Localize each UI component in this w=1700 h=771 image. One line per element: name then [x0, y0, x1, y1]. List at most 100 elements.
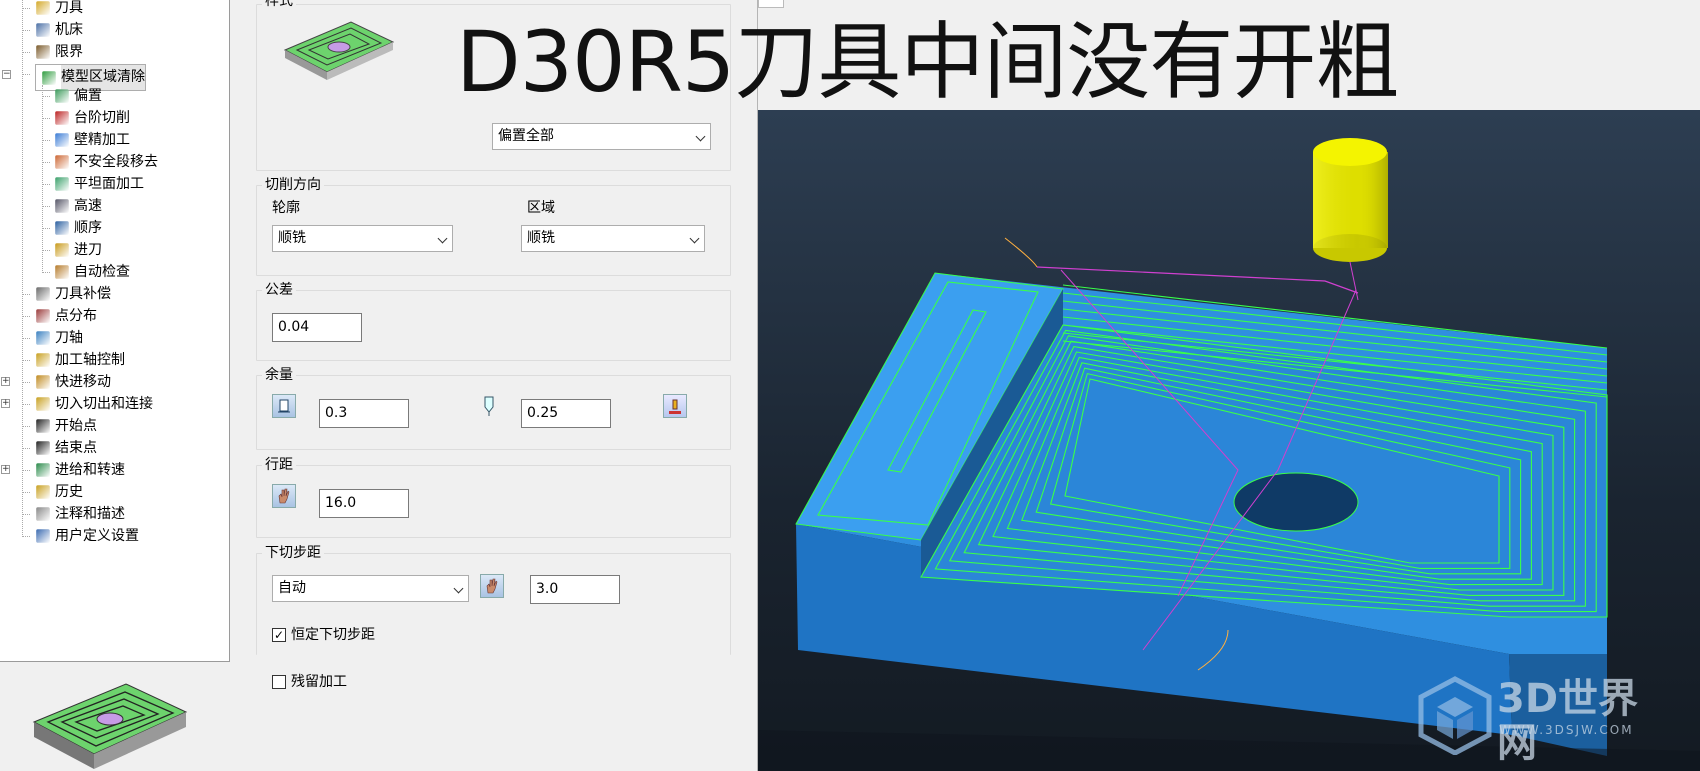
tree-connector	[42, 162, 50, 163]
tree-item-label: 高速	[74, 198, 102, 214]
tree-item-14[interactable]: 刀具补偿	[35, 284, 111, 304]
tree-item-label: 刀具	[55, 0, 83, 16]
tree-connector	[42, 96, 50, 97]
stepdown-hand-icon[interactable]	[480, 574, 504, 598]
lead-in-arc	[1004, 237, 1038, 268]
tree-expander-icon[interactable]: −	[2, 70, 11, 79]
toolpath-scene	[758, 138, 1700, 771]
tree-item-20[interactable]: 开始点	[35, 416, 97, 436]
tree-guide	[42, 85, 43, 273]
tree-item-3[interactable]: 限界	[35, 42, 83, 62]
tree-item-6[interactable]: 台阶切削	[54, 108, 130, 128]
offset-icon	[55, 89, 69, 103]
area-label: 区域	[527, 200, 555, 216]
tree-item-label: 刀轴	[55, 330, 83, 346]
tree-item-label: 切入切出和连接	[55, 396, 153, 412]
machine-icon	[36, 23, 50, 37]
tree-item-label: 开始点	[55, 418, 97, 434]
tree-item-5[interactable]: 偏置	[54, 86, 102, 106]
tree-item-label: 进给和转速	[55, 462, 125, 478]
radial-allowance-input[interactable]: 0.3	[319, 399, 409, 428]
tree-item-label: 自动检查	[74, 264, 130, 280]
tree-expander-icon[interactable]: +	[1, 399, 10, 408]
tree-item-15[interactable]: 点分布	[35, 306, 97, 326]
tree-item-13[interactable]: 自动检查	[54, 262, 130, 282]
tree-item-21[interactable]: 结束点	[35, 438, 97, 458]
tree-item-12[interactable]: 进刀	[54, 240, 102, 260]
area-direction-select[interactable]: 顺铣	[521, 225, 705, 252]
profile-direction-select[interactable]: 顺铣	[272, 225, 453, 252]
stepdown-mode-select[interactable]: 自动	[272, 575, 469, 602]
tree-item-label: 限界	[55, 44, 83, 60]
style-select[interactable]: 偏置全部	[492, 123, 711, 150]
tree-item-label: 刀具补偿	[55, 286, 111, 302]
tree-connector	[22, 514, 30, 515]
tree-connector	[22, 52, 30, 53]
3d-viewport[interactable]	[758, 110, 1700, 771]
tree-item-18[interactable]: 快进移动 +	[1, 372, 111, 392]
chevron-down-icon	[437, 233, 448, 244]
stepdown-mode-value: 自动	[278, 580, 306, 596]
user-settings-icon	[36, 529, 50, 543]
tree-connector	[22, 8, 30, 9]
tree-item-24[interactable]: 注释和描述	[35, 504, 125, 524]
tree-item-16[interactable]: 刀轴	[35, 328, 83, 348]
tree-connector	[42, 206, 50, 207]
tree-expander-icon[interactable]: +	[1, 465, 10, 474]
tree-connector	[42, 118, 50, 119]
checkbox-box[interactable]: ✓	[272, 628, 286, 642]
link-move	[1036, 266, 1359, 294]
tree-item-17[interactable]: 加工轴控制	[35, 350, 125, 370]
checkbox-box[interactable]	[272, 675, 286, 689]
tree-item-2[interactable]: 机床	[35, 20, 83, 40]
tree-item-label: 偏置	[74, 88, 102, 104]
tree-item-11[interactable]: 顺序	[54, 218, 102, 238]
limits-icon	[36, 45, 50, 59]
component-thickness-button-icon[interactable]	[663, 394, 687, 418]
constant-stepdown-checkbox[interactable]: ✓ 恒定下切步距	[272, 626, 375, 644]
flat-machining-icon	[55, 177, 69, 191]
axis-control-icon	[36, 353, 50, 367]
axial-allowance-icon	[484, 396, 494, 416]
tool-icon	[36, 1, 50, 15]
tree-connector	[22, 316, 30, 317]
tree-expander-icon[interactable]: +	[1, 377, 10, 386]
tree-connector	[42, 140, 50, 141]
tree-connector	[22, 492, 30, 493]
strategy-dialog: 样式 偏置全部 切削方向 轮廓 区域 顺铣 顺铣 公差 0.04 余量 0.3 …	[231, 0, 758, 771]
chevron-down-icon	[695, 131, 706, 142]
step-cutting-icon	[55, 111, 69, 125]
feeds-speeds-icon	[36, 463, 50, 477]
tree-item-1[interactable]: 刀具	[35, 0, 83, 18]
tree-connector	[22, 426, 30, 427]
stepover-input[interactable]: 16.0	[319, 489, 409, 518]
tree-connector	[22, 470, 30, 471]
tree-item-label: 点分布	[55, 308, 97, 324]
tree-item-label: 历史	[55, 484, 83, 500]
tree-item-23[interactable]: 历史	[35, 482, 83, 502]
tree-item-25[interactable]: 用户定义设置	[35, 526, 139, 546]
style-select-value: 偏置全部	[498, 128, 554, 144]
allowance-label: 余量	[262, 367, 296, 383]
tree-item-8[interactable]: 不安全段移去	[54, 152, 158, 172]
tolerance-input[interactable]: 0.04	[272, 313, 362, 342]
leads-links-icon	[36, 397, 50, 411]
radial-allowance-toggle-icon[interactable]	[272, 394, 296, 418]
tree-item-22[interactable]: 进给和转速 +	[1, 460, 125, 480]
tree-item-9[interactable]: 平坦面加工	[54, 174, 144, 194]
tree-item-10[interactable]: 高速	[54, 196, 102, 216]
tree-guide	[22, 0, 23, 535]
rest-machining-checkbox[interactable]: 残留加工	[272, 673, 347, 691]
area-direction-value: 顺铣	[527, 230, 555, 246]
tree-item-label: 台阶切削	[74, 110, 130, 126]
tree-connector	[22, 382, 30, 383]
tree-connector	[22, 360, 30, 361]
constant-stepdown-label: 恒定下切步距	[291, 627, 375, 643]
axial-allowance-input[interactable]: 0.25	[521, 399, 611, 428]
profile-direction-value: 顺铣	[278, 230, 306, 246]
tree-item-7[interactable]: 壁精加工	[54, 130, 130, 150]
stepover-hand-icon[interactable]	[272, 484, 296, 508]
tree-item-19[interactable]: 切入切出和连接 +	[1, 394, 153, 414]
tree-item-label: 注释和描述	[55, 506, 125, 522]
stepdown-input[interactable]: 3.0	[530, 575, 620, 604]
